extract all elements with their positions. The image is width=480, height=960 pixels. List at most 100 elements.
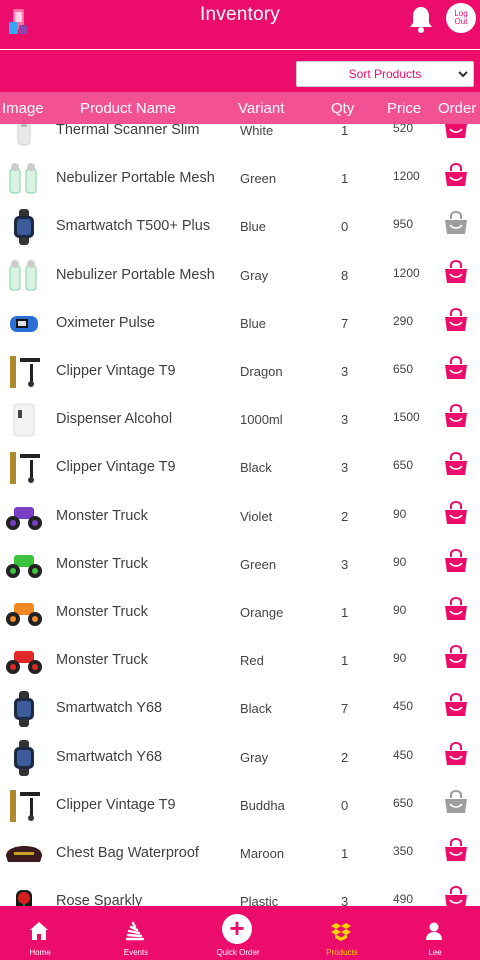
table-row[interactable]: Monster Truck Orange 1 90 xyxy=(0,589,480,637)
order-bag-icon[interactable] xyxy=(444,693,468,717)
truck-image xyxy=(6,603,42,626)
product-name: Monster Truck xyxy=(56,604,148,620)
nav-products[interactable]: Products xyxy=(302,906,382,960)
quantity: 3 xyxy=(341,412,349,428)
order-bag-icon[interactable] xyxy=(444,741,468,766)
table-row[interactable]: Dispenser Alcohol 1000ml 3 1500 xyxy=(0,396,480,444)
price: 90 xyxy=(393,554,407,569)
variant: Buddha xyxy=(240,797,285,813)
price: 650 xyxy=(393,795,414,810)
table-row[interactable]: Clipper Vintage T9 Black 3 650 xyxy=(0,444,480,492)
product-name: Monster Truck xyxy=(56,555,148,572)
truck-image xyxy=(6,554,42,578)
table-row[interactable]: Thermal Scanner Slim White 1 520 xyxy=(0,124,480,155)
order-bag-icon[interactable] xyxy=(444,500,468,525)
table-row[interactable]: Rose Sparkly Plastic 3 490 xyxy=(0,878,480,906)
table-row[interactable]: Smartwatch T500+ Plus Blue 0 950 xyxy=(0,203,480,251)
table-row[interactable]: Smartwatch Y68 Black 7 450 xyxy=(0,685,480,733)
product-name: Dispenser Alcohol xyxy=(56,411,173,428)
bottom-navigation: Home Events + Quick Order Products Lee xyxy=(0,906,480,960)
rose-image xyxy=(16,890,32,906)
nav-events[interactable]: Events xyxy=(96,906,176,960)
variant: Blue xyxy=(240,219,267,235)
price: 1200 xyxy=(393,169,420,184)
order-bag-icon xyxy=(445,211,467,235)
product-table[interactable]: Thermal Scanner Slim White 1 520 Nebulizer P… xyxy=(0,124,480,906)
order-bag-icon[interactable] xyxy=(444,307,468,332)
table-row[interactable]: Clipper Vintage T9 Buddha 0 650 xyxy=(0,782,480,830)
table-row[interactable]: Monster Truck Violet 2 90 xyxy=(0,493,480,541)
price: 290 xyxy=(393,313,414,328)
nav-profile[interactable]: Lee xyxy=(395,906,475,960)
product-name: Oximeter Pulse xyxy=(56,314,156,331)
product-name: Chest Bag Waterproof xyxy=(56,845,199,861)
quantity: 1 xyxy=(341,605,349,620)
order-bag-icon[interactable] xyxy=(444,356,468,380)
logout-button[interactable]: Log Out xyxy=(446,3,476,33)
product-name: Clipper Vintage T9 xyxy=(56,363,176,379)
table-row[interactable]: Oximeter Pulse Blue 7 290 xyxy=(0,300,480,348)
table-row[interactable]: Monster Truck Green 3 90 xyxy=(0,541,480,589)
nav-home[interactable]: Home xyxy=(0,906,80,960)
variant: 1000ml xyxy=(240,412,283,428)
table-row[interactable]: Nebulizer Portable Mesh Green 1 1200 xyxy=(0,155,480,203)
quantity: 7 xyxy=(341,315,349,331)
price: 90 xyxy=(393,603,407,617)
variant: Green xyxy=(240,171,277,187)
order-bag-icon[interactable] xyxy=(444,124,468,139)
product-name: Monster Truck xyxy=(56,652,148,669)
price: 650 xyxy=(393,458,414,473)
variant: Maroon xyxy=(240,846,285,861)
quantity: 7 xyxy=(341,701,349,717)
app-header: Inventory Log Out xyxy=(0,0,480,50)
order-bag-icon[interactable] xyxy=(444,886,468,906)
table-row[interactable]: Monster Truck Red 1 90 xyxy=(0,637,480,685)
sort-products-select[interactable]: Sort Products xyxy=(296,61,474,87)
order-bag-icon[interactable] xyxy=(444,259,468,284)
variant: Black xyxy=(240,701,272,717)
price: 350 xyxy=(393,844,414,858)
column-header-product-name: Product Name xyxy=(80,100,176,117)
price: 490 xyxy=(393,892,414,906)
column-header-image: Image xyxy=(2,100,44,117)
quantity: 1 xyxy=(341,124,349,138)
order-bag-icon[interactable] xyxy=(444,404,468,428)
truck-image xyxy=(6,506,42,530)
nav-quick-order[interactable]: + Quick Order xyxy=(198,906,278,960)
scanner-image xyxy=(17,124,31,146)
order-bag-icon[interactable] xyxy=(444,645,468,669)
price: 650 xyxy=(393,362,414,376)
column-header-order: Order xyxy=(438,100,477,117)
table-row[interactable]: Chest Bag Waterproof Maroon 1 350 xyxy=(0,830,480,878)
quantity: 8 xyxy=(341,267,349,283)
product-name: Clipper Vintage T9 xyxy=(56,459,176,476)
bag-image xyxy=(6,846,42,862)
quantity: 2 xyxy=(341,749,349,765)
price: 90 xyxy=(393,651,407,666)
smartwatch-image xyxy=(14,209,34,246)
order-bag-icon[interactable] xyxy=(444,838,468,862)
quantity: 0 xyxy=(341,797,349,813)
table-row[interactable]: Smartwatch Y68 Gray 2 450 xyxy=(0,734,480,782)
truck-image xyxy=(6,651,42,675)
price: 1200 xyxy=(393,265,420,280)
order-bag-icon[interactable] xyxy=(444,548,468,573)
nebulizer-image xyxy=(9,259,37,291)
order-bag-icon[interactable] xyxy=(444,597,468,621)
table-row[interactable]: Clipper Vintage T9 Dragon 3 650 xyxy=(0,348,480,396)
price: 1500 xyxy=(393,410,420,425)
variant: Green xyxy=(240,556,277,572)
variant: Gray xyxy=(240,749,269,765)
chevron-down-icon xyxy=(458,71,468,78)
column-header-variant: Variant xyxy=(238,100,285,117)
smartwatch-image xyxy=(14,691,34,728)
order-bag-icon[interactable] xyxy=(444,452,468,476)
bell-icon[interactable] xyxy=(408,5,434,33)
column-header-price: Price xyxy=(387,100,422,117)
quantity: 1 xyxy=(341,846,349,861)
order-bag-icon[interactable] xyxy=(444,163,468,187)
quantity: 3 xyxy=(341,556,349,572)
table-row[interactable]: Nebulizer Portable Mesh Gray 8 1200 xyxy=(0,252,480,300)
price: 450 xyxy=(393,747,414,762)
quantity: 2 xyxy=(341,508,349,524)
